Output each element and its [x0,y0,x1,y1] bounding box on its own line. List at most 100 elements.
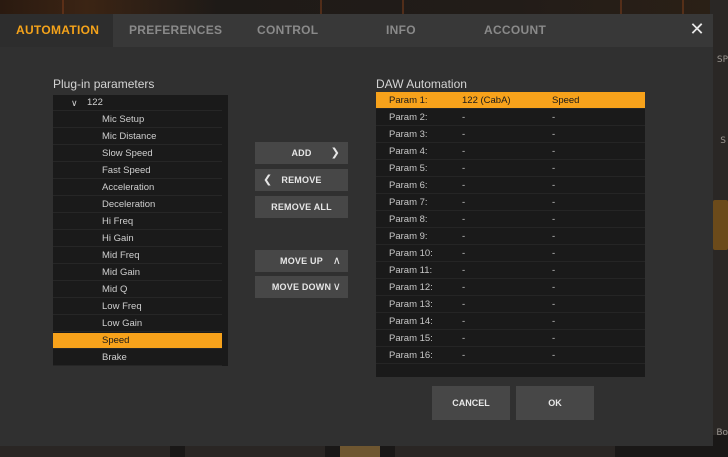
list-item-label: Mid Q [102,284,128,295]
table-cell-param: Param 8: [389,214,428,225]
table-row[interactable]: Param 6: - - [376,177,645,194]
table-cell-source: - [462,350,466,361]
table-row[interactable]: Param 7: - - [376,194,645,211]
plugin-parameters-title: Plug-in parameters [53,77,155,91]
list-item-label: Acceleration [102,182,155,193]
list-item[interactable]: Mid Q [53,282,222,298]
list-item-label: Deceleration [102,199,156,210]
list-item[interactable]: Low Gain [53,316,222,332]
move-down-button[interactable]: MOVE DOWN ∨ [255,276,348,298]
tab-automation[interactable]: AUTOMATION [0,14,113,47]
table-cell-source: - [462,265,466,276]
list-item[interactable]: Mid Gain [53,265,222,281]
table-cell-param: Param 14: [389,316,433,327]
table-row[interactable]: Param 1: 122 (CabA) Speed [376,92,645,109]
list-item-label: Hi Freq [102,216,134,227]
list-item-label: Low Gain [102,318,143,329]
table-cell-param: Param 12: [389,282,433,293]
chevron-down-icon: ∨ [332,281,341,293]
table-cell-name: - [552,282,556,293]
table-cell-source: - [462,129,466,140]
tab-control[interactable]: CONTROL [257,14,318,47]
table-cell-name: - [552,214,556,225]
add-button[interactable]: ADD ❯ [255,142,348,164]
table-cell-param: Param 5: [389,163,428,174]
table-cell-source: - [462,214,466,225]
list-item[interactable]: Mid Freq [53,248,222,264]
host-side-text: S [720,136,726,146]
table-cell-name: - [552,299,556,310]
list-item[interactable]: Slow Speed [53,146,222,162]
table-cell-name: Speed [552,95,580,106]
list-item[interactable]: Fast Speed [53,163,222,179]
table-row[interactable]: Param 5: - - [376,160,645,177]
list-item-label: Speed [102,335,130,346]
chevron-right-icon: ❯ [330,147,340,159]
table-cell-param: Param 9: [389,231,428,242]
table-cell-name: - [552,180,556,191]
table-cell-source: 122 (CabA) [462,95,511,106]
table-cell-param: Param 2: [389,112,428,123]
table-row[interactable]: Param 10: - - [376,245,645,262]
table-cell-source: - [462,112,466,123]
list-item[interactable]: Hi Freq [53,214,222,230]
table-cell-param: Param 11: [389,265,433,276]
list-item[interactable]: Brake [53,350,222,366]
plugin-parameter-list[interactable]: ∨ 122 Mic Setup Mic Distance Slow Speed Fas… [53,95,228,366]
table-cell-param: Param 6: [389,180,428,191]
table-row[interactable]: Param 11: - - [376,262,645,279]
table-row[interactable]: Param 13: - - [376,296,645,313]
tab-preferences[interactable]: PREFERENCES [129,14,222,47]
table-cell-name: - [552,248,556,259]
tab-info[interactable]: INFO [386,14,416,47]
list-item[interactable]: Hi Gain [53,231,222,247]
daw-automation-title: DAW Automation [376,77,467,91]
table-row[interactable]: Param 14: - - [376,313,645,330]
table-cell-name: - [552,350,556,361]
list-group-122[interactable]: ∨ 122 [53,95,222,111]
list-item-label: Mid Gain [102,267,141,278]
table-cell-source: - [462,299,466,310]
table-cell-source: - [462,231,466,242]
table-row[interactable]: Param 15: - - [376,330,645,347]
host-side-text: SP [716,55,728,65]
table-cell-param: Param 1: [389,95,428,106]
daw-automation-table[interactable]: Param 1: 122 (CabA) Speed Param 2: - - Param 3… [376,92,645,377]
tab-account[interactable]: ACCOUNT [484,14,546,47]
list-item[interactable]: Low Freq [53,299,222,315]
table-row[interactable]: Param 4: - - [376,143,645,160]
move-up-button[interactable]: MOVE UP ∧ [255,250,348,272]
table-cell-source: - [462,163,466,174]
automation-dialog: AUTOMATION PREFERENCES CONTROL INFO ACCO… [0,14,713,446]
table-row[interactable]: Param 8: - - [376,211,645,228]
table-cell-name: - [552,112,556,123]
cancel-button[interactable]: CANCEL [432,386,510,420]
table-cell-param: Param 3: [389,129,428,140]
table-row[interactable]: Param 12: - - [376,279,645,296]
remove-all-button[interactable]: REMOVE ALL [255,196,348,218]
table-row[interactable]: Param 9: - - [376,228,645,245]
table-row[interactable]: Param 3: - - [376,126,645,143]
list-item-label: Fast Speed [102,165,151,176]
table-cell-name: - [552,163,556,174]
chevron-up-icon: ∧ [332,255,341,267]
list-item-label: Mid Freq [102,250,140,261]
table-cell-param: Param 15: [389,333,433,344]
table-cell-name: - [552,265,556,276]
list-item[interactable]: Deceleration [53,197,222,213]
list-item-label: Mic Setup [102,114,145,125]
table-row[interactable]: Param 2: - - [376,109,645,126]
table-cell-source: - [462,197,466,208]
chevron-down-icon[interactable]: ∨ [71,95,78,111]
table-cell-param: Param 16: [389,350,433,361]
remove-button[interactable]: ❮ REMOVE [255,169,348,191]
list-item[interactable]: Mic Setup [53,112,222,128]
table-cell-name: - [552,316,556,327]
table-cell-name: - [552,231,556,242]
close-icon[interactable]: ✕ [687,20,707,40]
list-item[interactable]: Speed [53,333,222,349]
list-item[interactable]: Acceleration [53,180,222,196]
table-row[interactable]: Param 16: - - [376,347,645,364]
ok-button[interactable]: OK [516,386,594,420]
list-item[interactable]: Mic Distance [53,129,222,145]
